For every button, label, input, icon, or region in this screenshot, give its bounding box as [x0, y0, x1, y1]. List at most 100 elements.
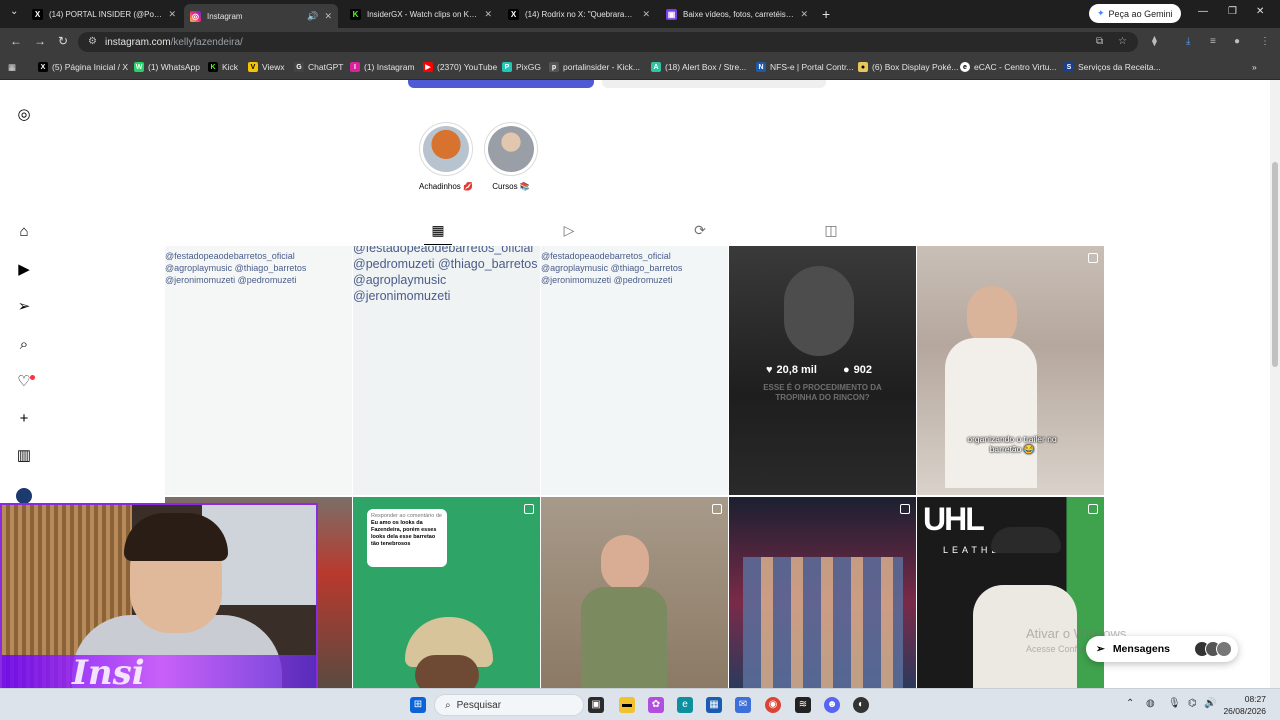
extensions-icon[interactable]: ⧫ [1152, 36, 1157, 47]
microphone-icon[interactable]: 🎙 [1168, 698, 1181, 709]
audio-playing-icon[interactable]: 🔊 [307, 11, 318, 22]
new-tab-plus-icon[interactable]: + [822, 6, 830, 22]
tab-insidergx-kick[interactable]: K InsiderGX - Watch clips on Kick ✕ [344, 4, 498, 24]
restore-icon[interactable]: ❐ [1228, 6, 1237, 17]
discord-icon[interactable]: ☻ [824, 697, 840, 713]
bookmark-x-home[interactable]: X (5) Página Inicial / X [38, 62, 128, 72]
bookmark-kick[interactable]: K Kick [208, 62, 238, 72]
comment-reply-bubble: Responder ao comentário de Eu amo os loo… [367, 509, 447, 567]
scrollbar-thumb[interactable] [1272, 162, 1278, 367]
obs-icon[interactable]: ≋ [795, 697, 811, 713]
outlook-icon[interactable]: ✉ [735, 697, 751, 713]
windows-start-icon[interactable]: ⊞ [410, 697, 426, 713]
dashboard-icon[interactable]: ▥ [16, 448, 32, 464]
bookmark-box-display[interactable]: ● (6) Box Display Poké... [858, 62, 958, 72]
follow-button[interactable] [408, 80, 594, 88]
grid-post[interactable]: @festadopeaodebarretos_oficial @pedromuz… [353, 246, 540, 495]
ask-gemini-button[interactable]: ✦ Peça ao Gemini [1089, 4, 1181, 23]
home-icon[interactable]: ⌂ [16, 224, 32, 240]
tab-portal-insider[interactable]: X (14) PORTAL INSIDER (@Portal... ✕ [26, 4, 182, 24]
tab-instagram[interactable]: ◎ Instagram 🔊 ✕ [184, 4, 338, 28]
close-window-icon[interactable]: ✕ [1256, 6, 1264, 17]
bookmark-instagram[interactable]: I (1) Instagram [350, 62, 415, 72]
instagram-logo-icon[interactable]: ◎ [16, 107, 32, 123]
more-bookmarks-icon[interactable]: » [1252, 62, 1257, 72]
close-tab-icon[interactable]: ✕ [642, 9, 650, 20]
file-explorer-icon[interactable]: ▬ [619, 697, 635, 713]
bookmark-alert-box[interactable]: A (18) Alert Box / Stre... [651, 62, 746, 72]
whatsapp-icon: W [134, 62, 144, 72]
reposts-icon[interactable]: ⟳ [692, 222, 708, 238]
close-tab-icon[interactable]: ✕ [484, 9, 492, 20]
copilot-icon[interactable]: ✿ [648, 697, 664, 713]
install-app-icon[interactable]: ⧉ [1096, 36, 1103, 47]
network-icon[interactable]: ⌬ [1188, 698, 1197, 709]
site-info-icon[interactable]: ⚙ [88, 36, 97, 47]
grid-post[interactable]: organizando o trailer no barretão 😂 [917, 246, 1104, 495]
taskbar-search[interactable]: ⌕ Pesquisar [434, 694, 584, 716]
gemini-sparkle-icon: ✦ [1097, 8, 1105, 18]
comment-icon: ● [843, 364, 850, 376]
reels-tab-icon[interactable]: ▷ [561, 222, 577, 238]
post-thumbnail-top [581, 587, 667, 688]
bookmark-youtube[interactable]: ▶ (2370) YouTube [423, 62, 497, 72]
chrome-icon[interactable]: ◉ [765, 697, 781, 713]
highlight-achadinhos[interactable]: Achadinhos 💋 [418, 122, 474, 191]
tab-rodrix-x[interactable]: X (14) Rodrix no X: "Quebraram t... ✕ [502, 4, 656, 24]
instagram-icon: I [350, 62, 360, 72]
bookmark-star-icon[interactable]: ☆ [1118, 36, 1127, 47]
profile-avatar[interactable] [16, 488, 32, 504]
app-icon[interactable]: ◐ [853, 697, 869, 713]
bookmark-pixgg[interactable]: P PixGG [502, 62, 541, 72]
grid-post[interactable]: Responder ao comentário de Eu amo os loo… [353, 497, 540, 688]
back-arrow-icon[interactable]: ← [10, 34, 22, 48]
taskbar-clock[interactable]: 08:27 26/08/2026 [1214, 693, 1266, 717]
reload-icon[interactable]: ↻ [58, 34, 68, 48]
bookmark-viewx[interactable]: V Viewx [248, 62, 285, 72]
media-controls-icon[interactable]: ≡ [1210, 36, 1216, 47]
page-scrollbar[interactable] [1270, 80, 1280, 688]
edge-icon[interactable]: e [677, 697, 693, 713]
tagged-icon[interactable]: ◫ [823, 222, 839, 238]
tab-download-site[interactable]: ▣ Baixe vídeos, fotos, carretéis e I... … [660, 4, 814, 24]
bookmark-portalinsider-kick[interactable]: p portalinsider - Kick... [549, 62, 640, 72]
message-button[interactable] [602, 80, 826, 88]
store-icon[interactable]: ▦ [706, 697, 722, 713]
search-icon[interactable]: ⌕ [16, 337, 32, 353]
grid-post-hovered[interactable]: ♥ 20,8 mil ● 902 ESSE É O PROCEDIMENTO DA … [729, 246, 916, 495]
forward-arrow-icon[interactable]: → [34, 34, 46, 48]
active-tab-underline [424, 244, 452, 245]
tray-app-icon[interactable]: ◍ [1146, 698, 1155, 709]
grid-post[interactable]: @festadopeaodebarretos_oficial @agroplay… [165, 246, 352, 495]
tray-chevron-icon[interactable]: ⌃ [1126, 698, 1134, 709]
apps-grid-icon[interactable]: ▦ [8, 62, 16, 73]
grid-post[interactable] [541, 497, 728, 688]
direct-messages-icon[interactable]: ➢ [16, 299, 32, 315]
reels-icon[interactable]: ▶ [16, 262, 32, 278]
close-tab-icon[interactable]: ✕ [168, 9, 176, 20]
grid-post[interactable] [729, 497, 916, 688]
video-badge-icon [1088, 253, 1098, 263]
task-view-icon[interactable]: ▣ [588, 697, 604, 713]
carousel-badge-icon [900, 504, 910, 514]
close-tab-icon[interactable]: ✕ [800, 9, 808, 20]
create-plus-icon[interactable]: + [16, 411, 32, 427]
bookmark-chatgpt[interactable]: G ChatGPT [294, 62, 343, 72]
profile-avatar-icon[interactable]: ● [1234, 36, 1240, 47]
grid-post[interactable]: UHL LEATHE [917, 497, 1104, 688]
messages-button[interactable]: ➢ Mensagens [1086, 636, 1238, 662]
posts-grid-icon[interactable]: ▦ [430, 222, 446, 238]
close-tab-icon[interactable]: ✕ [324, 11, 332, 22]
minimize-icon[interactable]: — [1198, 6, 1208, 17]
highlight-cursos[interactable]: Cursos 📚 [483, 122, 539, 191]
address-bar[interactable]: instagram.com/kellyfazendeira/ [78, 32, 1138, 52]
bookmark-whatsapp[interactable]: W (1) WhatsApp [134, 62, 200, 72]
post-thumbnail-figure [601, 535, 649, 591]
grid-post[interactable]: @festadopeaodebarretos_oficial @agroplay… [541, 246, 728, 495]
downloads-icon[interactable]: ⤓ [1186, 36, 1190, 47]
tab-search-chevron-icon[interactable]: ⌄ [10, 6, 18, 17]
bookmark-ecac[interactable]: e eCAC - Centro Virtu... [960, 62, 1057, 72]
menu-dots-icon[interactable]: ⋮ [1260, 36, 1270, 47]
bookmark-nfse[interactable]: N NFS-e | Portal Contr... [756, 62, 853, 72]
bookmark-receita[interactable]: S Serviços da Receita... [1064, 62, 1161, 72]
